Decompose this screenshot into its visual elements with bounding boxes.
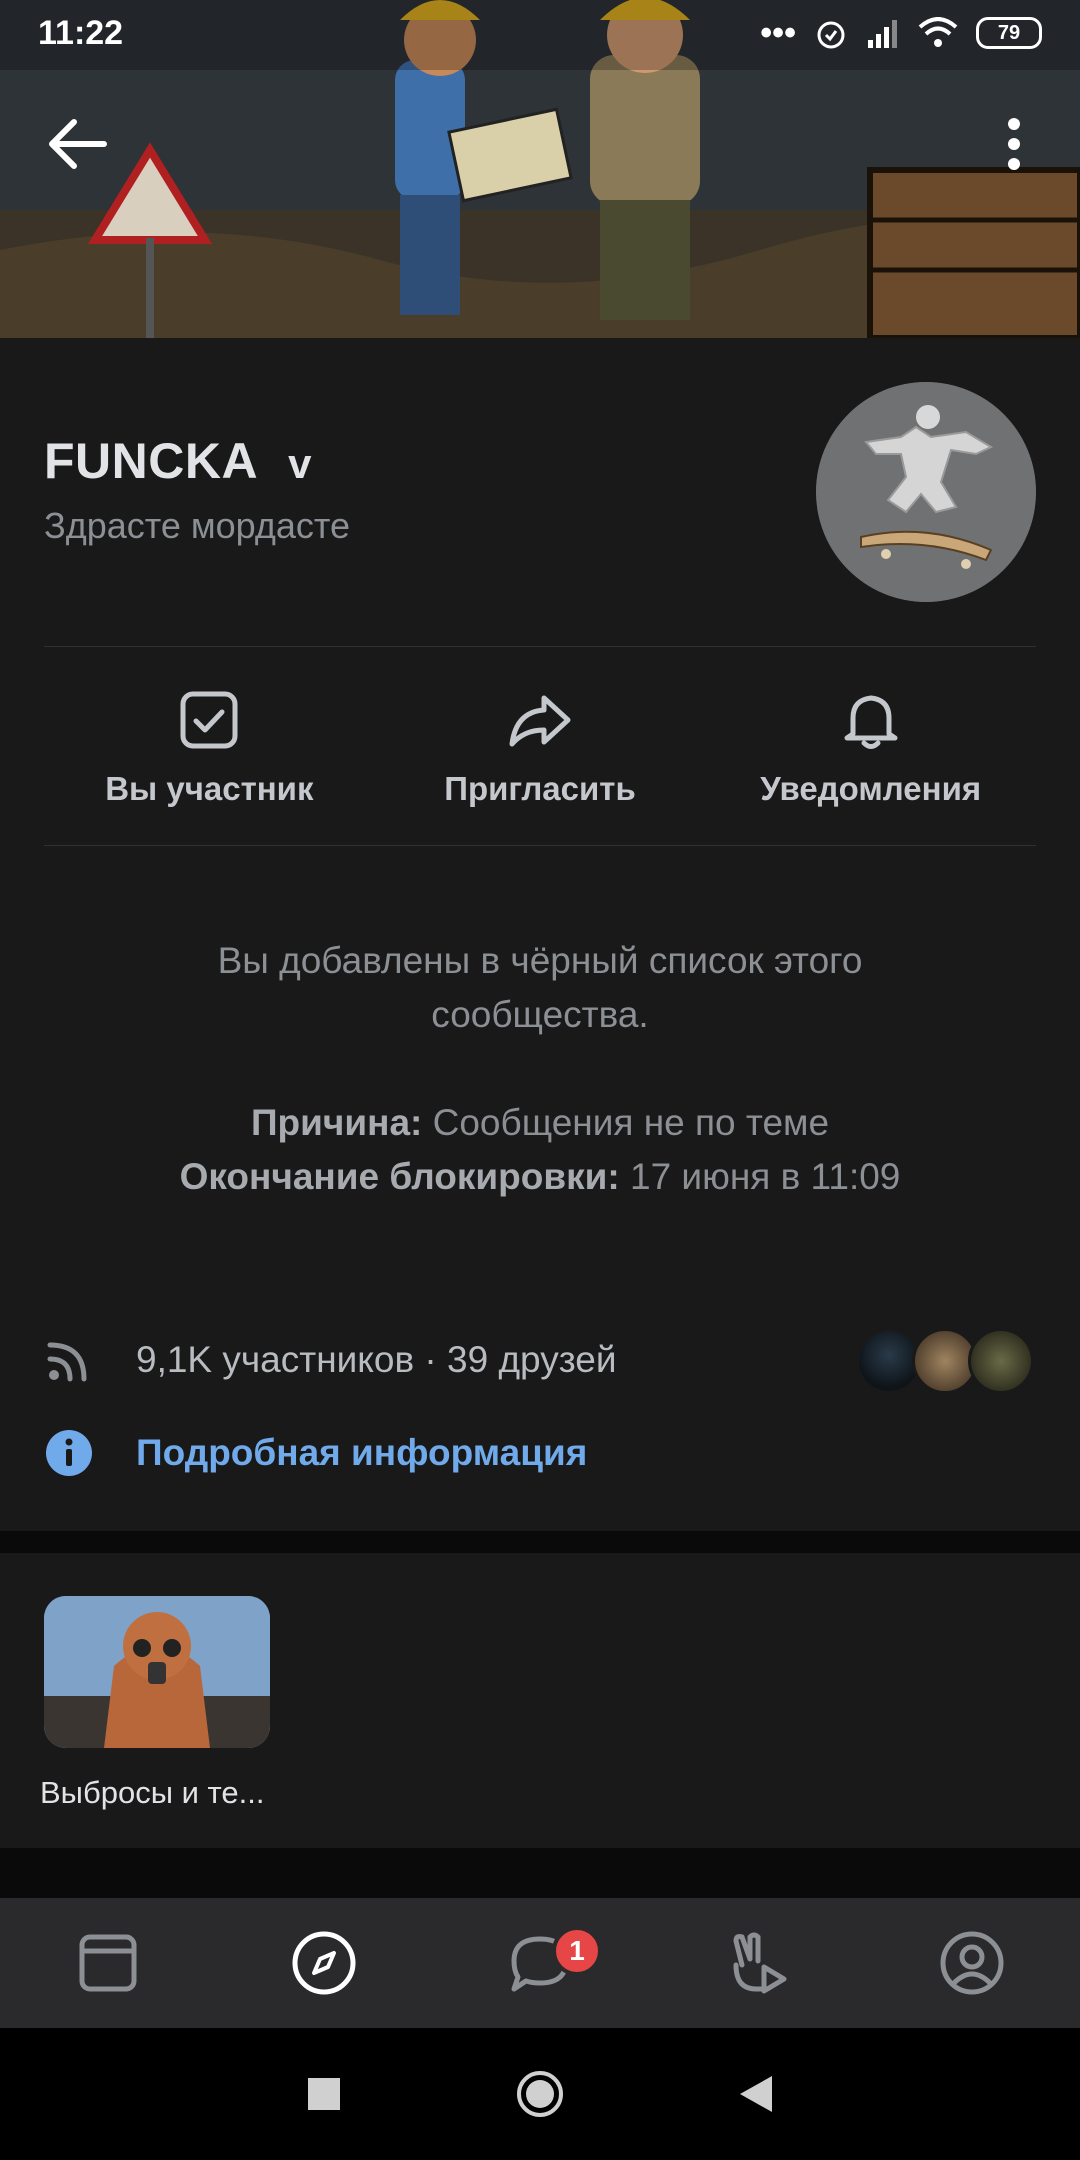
- divider-bottom: [44, 845, 1036, 846]
- info-icon: [46, 1430, 92, 1476]
- rss-icon: [47, 1342, 87, 1382]
- notice-line-2: сообщества.: [431, 994, 649, 1035]
- ban-end-label: Окончание блокировки:: [179, 1156, 620, 1197]
- divider-top: [44, 646, 1036, 647]
- bottom-separator: [0, 1848, 1080, 1898]
- recents-button[interactable]: [216, 2076, 432, 2112]
- more-vertical-icon[interactable]: [994, 112, 1034, 176]
- details-link[interactable]: Подробная информация: [44, 1428, 587, 1478]
- ban-end-value: 17 июня в 11:09: [619, 1156, 901, 1197]
- invite-label: Пригласить: [444, 770, 636, 807]
- sections-block: Выбросы и те...: [0, 1553, 1080, 1848]
- ban-reason: Причина: Сообщения не по теме: [80, 1096, 1000, 1150]
- ban-details: Причина: Сообщения не по теме Окончание …: [80, 1096, 1000, 1204]
- avatar-image: [816, 382, 1036, 602]
- feed-icon: [79, 1934, 137, 1992]
- tab-clips[interactable]: [648, 1898, 864, 2028]
- invite-button[interactable]: Пригласить: [375, 648, 706, 846]
- system-navigation-bar: [0, 2028, 1080, 2160]
- battery-indicator: 79: [976, 17, 1042, 49]
- explore-compass-icon: [292, 1931, 356, 1995]
- details-link-text: Подробная информация: [136, 1432, 588, 1473]
- section-thumbnail[interactable]: [44, 1596, 270, 1748]
- friend-avatar: [968, 1328, 1034, 1394]
- community-badge: v: [288, 440, 312, 487]
- section-label: Выбросы и те...: [40, 1775, 265, 1810]
- notifications-label: Уведомления: [760, 770, 982, 807]
- ban-reason-value: Сообщения не по теме: [422, 1102, 830, 1143]
- tab-messages[interactable]: 1: [432, 1898, 648, 2028]
- ban-end: Окончание блокировки: 17 июня в 11:09: [80, 1150, 1000, 1204]
- notifications-button[interactable]: Уведомления: [705, 648, 1036, 846]
- circle-icon: [517, 2071, 563, 2117]
- share-arrow-icon: [509, 695, 571, 747]
- wifi-icon: [918, 17, 958, 47]
- clips-icon: [733, 1932, 787, 1994]
- alarm-icon: [817, 21, 845, 49]
- tab-explore[interactable]: [216, 1898, 432, 2028]
- status-time: 11:22: [38, 13, 124, 52]
- member-label: Вы участник: [105, 770, 314, 807]
- community-status: Здрасте мордасте: [44, 505, 350, 546]
- profile-icon: [940, 1931, 1004, 1995]
- title-row: FUNCKA v: [44, 432, 311, 490]
- members-row[interactable]: 9,1K участников · 39 друзей: [44, 1320, 1036, 1400]
- section-separator: [0, 1531, 1080, 1553]
- status-icons: ••• 79: [760, 14, 1042, 53]
- action-bar: Вы участник Пригласить Уведомления: [44, 648, 1036, 846]
- notice-line-1: Вы добавлены в чёрный список этого: [217, 940, 863, 981]
- cover-image: 11:22 ••• 79: [0, 0, 1080, 338]
- tab-feed[interactable]: [0, 1898, 216, 2028]
- ban-reason-label: Причина:: [250, 1102, 423, 1143]
- community-name: FUNCKA: [44, 433, 259, 489]
- bell-icon: [844, 695, 898, 749]
- tab-profile[interactable]: [864, 1898, 1080, 2028]
- community-avatar[interactable]: [816, 382, 1036, 602]
- triangle-back-icon: [740, 2076, 772, 2112]
- signal-icon: [868, 20, 897, 48]
- more-dots-icon: •••: [760, 13, 796, 52]
- bottom-tab-bar: 1: [0, 1898, 1080, 2028]
- members-count: 9,1K участников · 39 друзей: [136, 1339, 617, 1380]
- back-system-button[interactable]: [648, 2074, 864, 2114]
- home-button[interactable]: [432, 2069, 648, 2119]
- blacklist-notice: Вы добавлены в чёрный список этого сообщ…: [80, 934, 1000, 1204]
- member-button[interactable]: Вы участник: [44, 648, 375, 846]
- square-icon: [308, 2078, 340, 2110]
- friends-avatars[interactable]: [856, 1325, 1036, 1395]
- checkbox-icon: [180, 691, 238, 749]
- section-thumbnail-image: [44, 1596, 270, 1748]
- back-arrow-icon[interactable]: [44, 114, 114, 174]
- messages-badge: 1: [552, 1926, 602, 1976]
- status-bar: 11:22 ••• 79: [0, 0, 1080, 66]
